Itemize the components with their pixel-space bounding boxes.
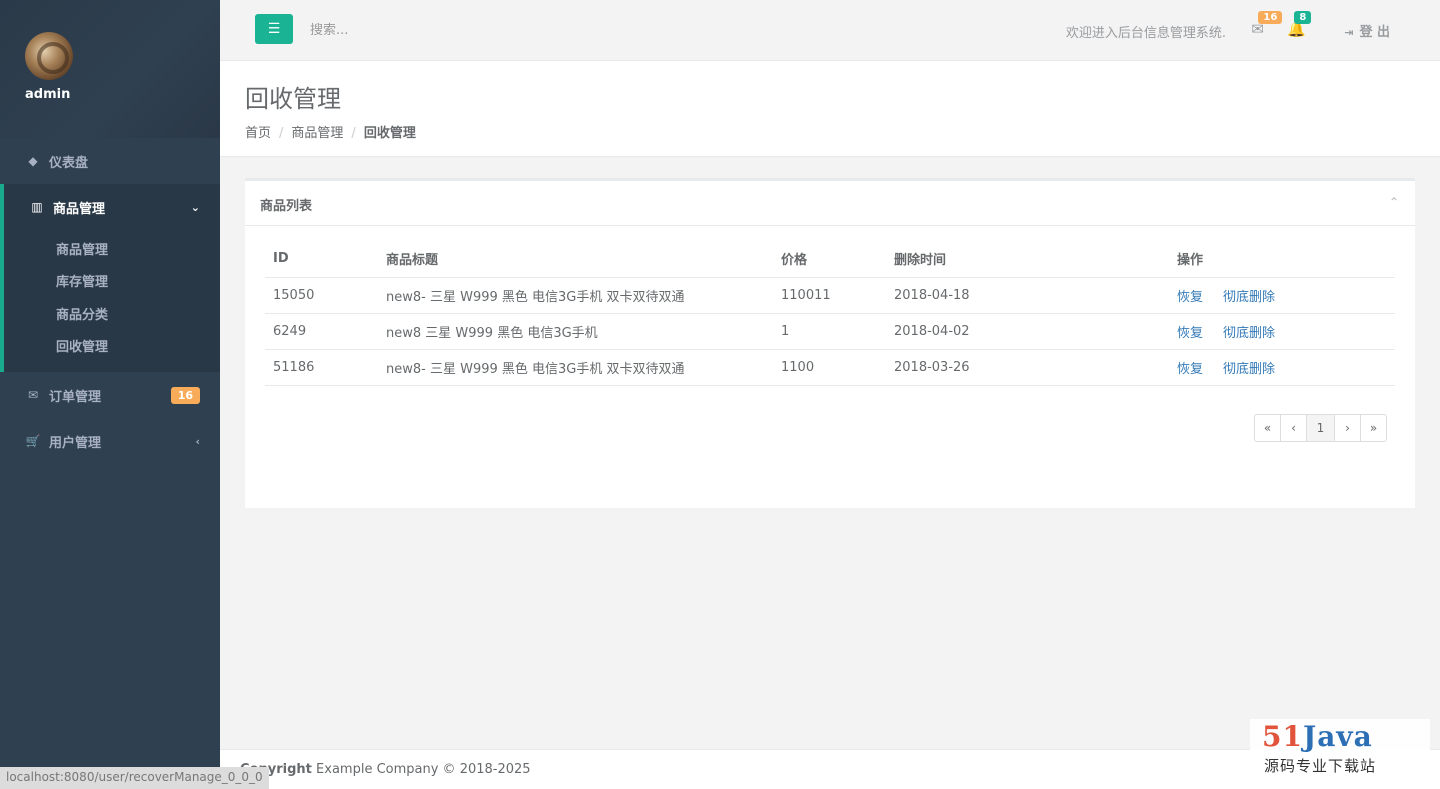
sidebar-item-label: 仪表盘	[49, 155, 89, 171]
sidebar-item-label: 商品管理	[53, 201, 106, 217]
cell-deleted-time: 2018-04-02	[886, 313, 1169, 350]
cell-price: 110011	[773, 277, 886, 314]
submenu-item-products[interactable]: 商品管理	[4, 232, 220, 265]
breadcrumb-products[interactable]: 商品管理	[291, 126, 343, 141]
chevron-down-icon: ⌄	[190, 200, 200, 214]
panel-header: 商品列表 ⌃	[245, 181, 1415, 226]
panel-body: ID 商品标题 价格 删除时间 操作 15050 new8- 三星 W999 黑…	[245, 226, 1415, 401]
cell-deleted-time: 2018-04-18	[886, 277, 1169, 314]
product-list-panel: 商品列表 ⌃ ID 商品标题 价格 删除时间 操作 15050 new8- 三星…	[245, 178, 1415, 508]
chevron-up-icon[interactable]: ⌃	[1389, 195, 1399, 209]
watermark-tagline: 源码专业下载站	[1264, 757, 1377, 775]
page-title: 回收管理	[245, 85, 341, 113]
pagination-last[interactable]: »	[1360, 414, 1387, 442]
sign-out-icon: ⇥	[1344, 26, 1354, 39]
sidebar-item-dashboard[interactable]: ◆ 仪表盘	[0, 138, 220, 184]
logout-button[interactable]: ⇥ 登 出	[1344, 21, 1390, 40]
cell-title: new8 三星 W999 黑色 电信3G手机	[378, 313, 773, 350]
submenu-item-categories[interactable]: 商品分类	[4, 297, 220, 330]
table-header-row: ID 商品标题 价格 删除时间 操作	[265, 241, 1395, 278]
pagination-prev[interactable]: ‹	[1280, 414, 1307, 442]
sidebar-item-label: 用户管理	[49, 435, 102, 451]
restore-link[interactable]: 恢复	[1177, 362, 1203, 377]
sidebar-item-orders[interactable]: ✉ 订单管理 16	[0, 372, 220, 418]
cell-actions: 恢复 彻底删除	[1169, 313, 1395, 350]
avatar[interactable]	[25, 32, 73, 80]
profile-area: admin	[0, 0, 220, 138]
browser-status-url: localhost:8080/user/recoverManage_0_0_0	[0, 767, 269, 789]
orders-badge: 16	[170, 386, 200, 404]
breadcrumb-current: 回收管理	[363, 126, 416, 141]
cell-id: 51186	[265, 349, 378, 386]
sidebar: admin ◆ 仪表盘 ▥ 商品管理 ⌄ 商品管理 库存管理 商品分类 回收管理…	[0, 0, 220, 789]
chevron-left-icon: ‹	[195, 434, 200, 448]
recycle-table: ID 商品标题 价格 删除时间 操作 15050 new8- 三星 W999 黑…	[265, 241, 1395, 386]
cell-id: 15050	[265, 277, 378, 314]
copyright-text: Example Company © 2018-2025	[316, 762, 531, 777]
cell-actions: 恢复 彻底删除	[1169, 349, 1395, 386]
permanent-delete-link[interactable]: 彻底删除	[1223, 290, 1275, 305]
logout-label: 登 出	[1359, 25, 1390, 40]
cart-icon: 🛒	[25, 434, 41, 448]
welcome-text: 欢迎进入后台信息管理系统.	[1065, 26, 1226, 41]
pagination-page-1[interactable]: 1	[1306, 414, 1335, 442]
envelope-icon: ✉	[27, 388, 39, 402]
column-header-id: ID	[265, 241, 378, 278]
table-row: 15050 new8- 三星 W999 黑色 电信3G手机 双卡双待双通 110…	[265, 277, 1395, 314]
breadcrumb-home[interactable]: 首页	[245, 126, 271, 141]
cell-title: new8- 三星 W999 黑色 电信3G手机 双卡双待双通	[378, 277, 773, 314]
menu-toggle-button[interactable]: ☰	[255, 14, 293, 44]
panel-title: 商品列表	[260, 199, 313, 214]
permanent-delete-link[interactable]: 彻底删除	[1223, 362, 1275, 377]
sidebar-nav: ◆ 仪表盘 ▥ 商品管理 ⌄ 商品管理 库存管理 商品分类 回收管理 ✉ 订单管…	[0, 138, 220, 464]
watermark-brand: 51Java	[1262, 720, 1373, 753]
submenu-item-recycle[interactable]: 回收管理	[4, 330, 220, 363]
restore-link[interactable]: 恢复	[1177, 290, 1203, 305]
watermark-logo: 51Java 源码专业下载站	[1250, 719, 1430, 779]
cell-title: new8- 三星 W999 黑色 电信3G手机 双卡双待双通	[378, 349, 773, 386]
column-header-price: 价格	[773, 241, 886, 278]
column-header-title: 商品标题	[378, 241, 773, 278]
permanent-delete-link[interactable]: 彻底删除	[1223, 326, 1275, 341]
topbar: ☰ 欢迎进入后台信息管理系统. ✉ 16 🔔 8 ⇥ 登 出	[220, 0, 1440, 61]
hamburger-icon: ☰	[267, 21, 281, 37]
profile-name[interactable]: admin	[25, 87, 220, 102]
cell-deleted-time: 2018-03-26	[886, 349, 1169, 386]
search-input[interactable]	[310, 16, 610, 44]
products-submenu: 商品管理 库存管理 商品分类 回收管理	[0, 230, 220, 372]
diamond-icon: ◆	[28, 154, 38, 168]
breadcrumb: 首页 / 商品管理 / 回收管理	[245, 126, 416, 141]
table-row: 6249 new8 三星 W999 黑色 电信3G手机 1 2018-04-02…	[265, 313, 1395, 350]
pagination: « ‹ 1 › »	[1254, 414, 1387, 442]
bar-chart-icon: ▥	[31, 200, 43, 214]
mail-badge: 16	[1258, 11, 1283, 24]
bell-badge: 8	[1294, 11, 1312, 24]
pagination-next[interactable]: ›	[1334, 414, 1361, 442]
submenu-item-inventory[interactable]: 库存管理	[4, 265, 220, 298]
pagination-first[interactable]: «	[1254, 414, 1281, 442]
page-heading: 回收管理 首页 / 商品管理 / 回收管理	[220, 61, 1440, 157]
column-header-actions: 操作	[1169, 241, 1395, 278]
sidebar-item-label: 订单管理	[49, 389, 102, 405]
table-row: 51186 new8- 三星 W999 黑色 电信3G手机 双卡双待双通 110…	[265, 349, 1395, 386]
notifications-button[interactable]: 🔔 8	[1287, 11, 1312, 38]
restore-link[interactable]: 恢复	[1177, 326, 1203, 341]
cell-price: 1	[773, 313, 886, 350]
sidebar-item-users[interactable]: 🛒 用户管理 ‹	[0, 418, 220, 464]
cell-id: 6249	[265, 313, 378, 350]
cell-price: 1100	[773, 349, 886, 386]
column-header-deleted-time: 删除时间	[886, 241, 1169, 278]
sidebar-item-products[interactable]: ▥ 商品管理 ⌄	[0, 184, 220, 230]
cell-actions: 恢复 彻底删除	[1169, 277, 1395, 314]
mail-button[interactable]: ✉ 16	[1251, 11, 1283, 38]
